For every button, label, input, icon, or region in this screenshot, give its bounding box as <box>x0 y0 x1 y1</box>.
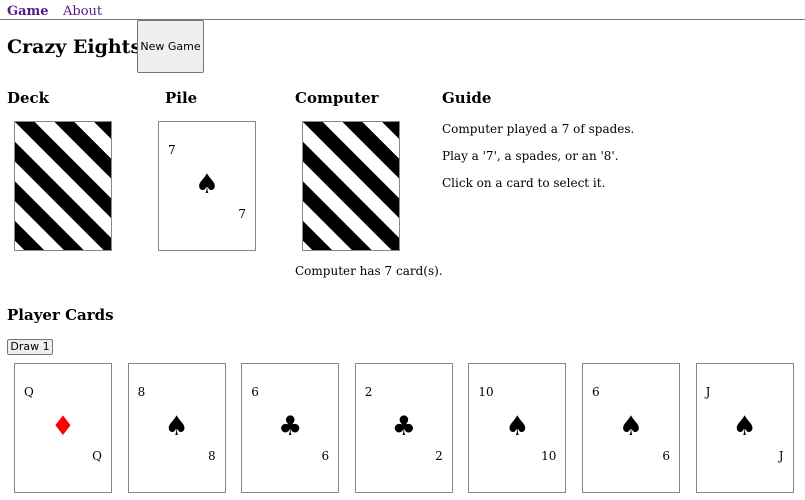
card-rank-bottom: Q <box>92 449 102 463</box>
guide-message: Click on a card to select it. <box>442 176 606 190</box>
spade-icon: ♠ <box>194 169 220 200</box>
card-rank-top: 6 <box>251 385 259 399</box>
card-rank-top: 2 <box>364 385 373 399</box>
card-rank-top: 6 <box>592 385 600 399</box>
player-card[interactable]: J ♠ J <box>695 363 794 493</box>
player-card[interactable]: 8 ♠ 8 <box>127 363 226 493</box>
nav-link-about[interactable]: About <box>63 4 102 20</box>
draw-one-button[interactable]: Draw 1 <box>7 339 53 355</box>
card-rank-top: 10 <box>478 385 494 399</box>
card-rank-bottom: 6 <box>321 449 330 463</box>
guide-title: Guide <box>442 89 492 107</box>
card-rank-top: Q <box>24 385 34 399</box>
deck-card-back[interactable] <box>14 121 112 251</box>
card-rank-top: J <box>705 385 711 399</box>
club-icon: ♣ <box>391 411 416 442</box>
page-title: Crazy Eights <box>7 36 142 58</box>
player-card[interactable]: 2 ♣ 2 <box>354 363 453 493</box>
striped-card-back-icon <box>15 122 111 250</box>
spade-icon: ♠ <box>618 411 644 442</box>
card-rank-bottom: 2 <box>435 449 443 463</box>
card-rank-bottom: 10 <box>541 449 557 463</box>
diamond-icon: ♦ <box>50 411 76 442</box>
player-card[interactable]: Q ♦ Q <box>14 363 112 493</box>
card-rank-bottom: 6 <box>662 449 670 463</box>
spade-icon: ♠ <box>732 411 757 442</box>
spade-icon: ♠ <box>505 411 530 442</box>
computer-card-back <box>302 121 400 251</box>
player-card[interactable]: 10 ♠ 10 <box>468 363 567 493</box>
pile-title: Pile <box>165 89 198 107</box>
striped-card-back-icon <box>303 122 399 250</box>
card-rank-bottom: 8 <box>207 449 216 463</box>
top-nav: Game About <box>0 0 805 20</box>
card-rank-top: 7 <box>168 143 176 157</box>
new-game-button[interactable]: New Game <box>137 20 204 73</box>
spade-icon: ♠ <box>164 411 189 442</box>
player-card[interactable]: 6 ♣ 6 <box>241 363 340 493</box>
pile-card: 7 ♠ 7 <box>158 121 256 251</box>
card-rank-bottom: 7 <box>238 207 246 221</box>
computer-card-count: Computer has 7 card(s). <box>295 264 443 278</box>
deck-title: Deck <box>7 89 50 107</box>
guide-message: Computer played a 7 of spades. <box>442 122 635 136</box>
guide-message: Play a '7', a spades, or an '8'. <box>442 149 619 163</box>
nav-link-game[interactable]: Game <box>7 4 49 20</box>
card-rank-bottom: J <box>778 449 784 463</box>
player-card[interactable]: 6 ♠ 6 <box>582 363 680 493</box>
player-cards-title: Player Cards <box>7 306 114 324</box>
club-icon: ♣ <box>278 411 303 442</box>
computer-title: Computer <box>295 89 379 107</box>
card-rank-top: 8 <box>137 385 146 399</box>
